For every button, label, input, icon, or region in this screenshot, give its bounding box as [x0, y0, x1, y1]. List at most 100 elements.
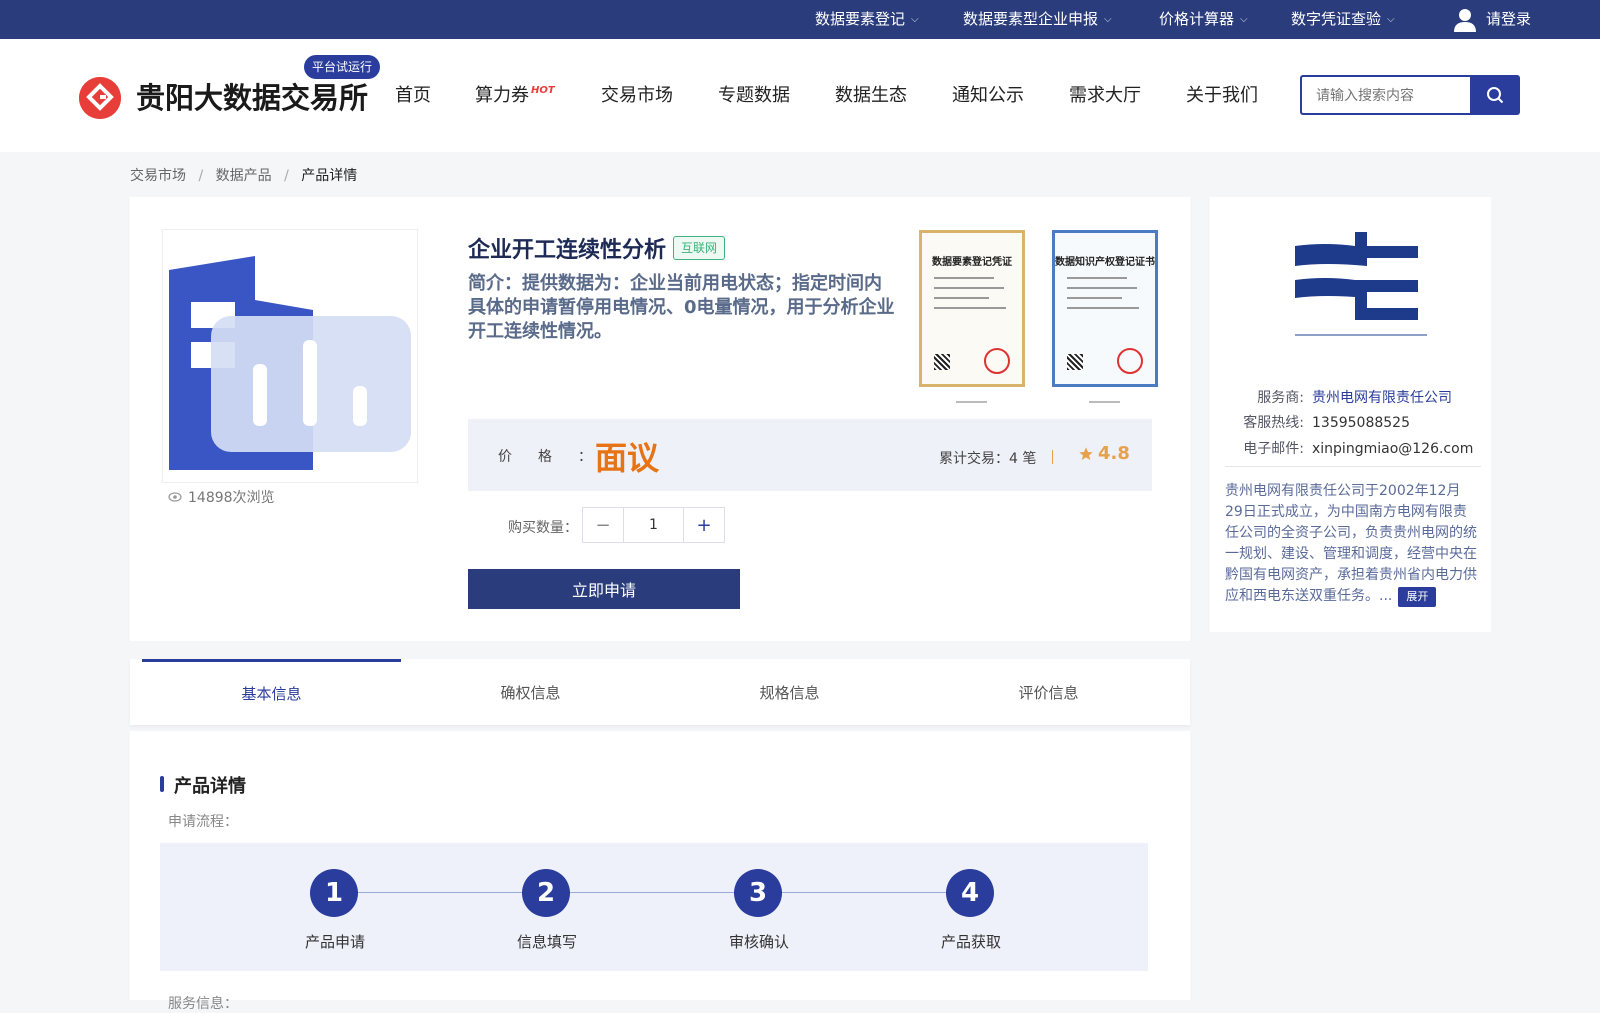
- site-title: 贵阳大数据交易所: [136, 81, 369, 115]
- topbar-price-calculator[interactable]: 价格计算器 ⌵: [1159, 0, 1248, 39]
- seal-icon: [1117, 348, 1143, 374]
- trial-badge: 平台试运行: [304, 55, 381, 79]
- certificate-indicator[interactable]: [956, 401, 987, 403]
- category-tag: 互联网: [673, 236, 726, 260]
- breadcrumb-market[interactable]: 交易市场: [130, 168, 186, 184]
- certificate-title: 数据要素登记凭证: [932, 257, 1012, 268]
- quantity-stepper: − 1 +: [582, 507, 725, 543]
- step-label: 产品获取: [940, 933, 1001, 951]
- breadcrumb-separator: /: [284, 168, 289, 184]
- topbar-item-label: 价格计算器: [1159, 10, 1235, 28]
- flow-label: 申请流程：: [168, 814, 238, 830]
- topbar-data-registration[interactable]: 数据要素登记 ⌵: [815, 0, 919, 39]
- search-icon: [1487, 87, 1504, 104]
- top-bar: 数据要素登记 ⌵ 数据要素型企业申报 ⌵ 价格计算器 ⌵ 数字凭证查验 ⌵ 请登录: [0, 0, 1600, 39]
- user-icon: [1454, 8, 1476, 32]
- certificate-line: [1067, 307, 1139, 309]
- nav-about-us[interactable]: 关于我们: [1186, 39, 1258, 152]
- nav-notices[interactable]: 通知公示: [952, 39, 1024, 152]
- divider: [1225, 466, 1481, 467]
- breadcrumb-data-products[interactable]: 数据产品: [216, 168, 272, 184]
- view-count: 14898次浏览: [168, 487, 275, 507]
- certificate-line: [934, 297, 989, 299]
- power-grid-logo-icon: [1295, 232, 1427, 336]
- step-label: 审核确认: [728, 933, 789, 951]
- provider-name-row: 服务商: 贵州电网有限责任公司: [1224, 387, 1452, 407]
- quantity-label: 购买数量：: [508, 520, 578, 536]
- breadcrumb-current: 产品详情: [301, 168, 358, 184]
- hotline-row: 客服热线: 13595088525: [1224, 412, 1410, 432]
- star-icon: [1079, 446, 1093, 460]
- search-input[interactable]: [1300, 75, 1471, 115]
- trade-count: 累计交易：4 笔: [939, 451, 1037, 467]
- login-button[interactable]: 请登录: [1454, 0, 1531, 39]
- certificate-line: [1067, 287, 1137, 289]
- certificate-line: [934, 277, 994, 279]
- provider-name-link[interactable]: 贵州电网有限责任公司: [1312, 390, 1452, 406]
- email-value: xinpingmiao@126.com: [1312, 441, 1474, 457]
- seal-icon: [984, 348, 1010, 374]
- tab-rights-info[interactable]: 确权信息: [401, 659, 660, 725]
- flow-connector: [569, 892, 735, 893]
- eye-icon: [168, 492, 182, 502]
- expand-button[interactable]: 展开: [1398, 587, 1437, 607]
- chevron-down-icon: ⌵: [1240, 14, 1248, 25]
- product-image: [162, 229, 418, 483]
- step-number: 4: [946, 869, 994, 917]
- nav-demand-hall[interactable]: 需求大厅: [1069, 39, 1141, 152]
- section-title: 产品详情: [174, 776, 246, 797]
- divider: [1052, 450, 1053, 464]
- site-logo[interactable]: [79, 77, 121, 119]
- main-header: 贵阳大数据交易所 平台试运行 首页 算力券 HOT 交易市场 专题数据 数据生态…: [0, 39, 1600, 152]
- certificate-line: [1067, 277, 1127, 279]
- qr-code-icon: [934, 354, 950, 370]
- quantity-value[interactable]: 1: [624, 508, 683, 542]
- provider-description: 贵州电网有限责任公司于2002年12月29日正式成立，为中国南方电网有限责任公司…: [1225, 481, 1477, 607]
- chevron-down-icon: ⌵: [1104, 14, 1112, 25]
- product-description: 简介：提供数据为：企业当前用电状态；指定时间内具体的申请暂停用电情况、0电量情况…: [468, 273, 895, 342]
- nav-topic-data[interactable]: 专题数据: [718, 39, 790, 152]
- provider-logo: [1295, 232, 1427, 340]
- topbar-certificate-check[interactable]: 数字凭证查验 ⌵: [1291, 0, 1395, 39]
- building-chart-icon: [169, 256, 411, 470]
- ip-registration-certificate[interactable]: 数据知识产权登记证书: [1052, 230, 1158, 387]
- email-row: 电子邮件: xinpingmiao@126.com: [1224, 438, 1473, 458]
- certificate-line: [934, 307, 1006, 309]
- certificate-indicator[interactable]: [1089, 401, 1120, 403]
- hotline-key: 客服热线:: [1243, 415, 1304, 431]
- topbar-item-label: 数据要素登记: [815, 10, 906, 28]
- certificate-line: [934, 287, 1004, 289]
- email-key: 电子邮件:: [1243, 441, 1304, 457]
- certificate-line: [1067, 297, 1122, 299]
- step-number: 2: [522, 869, 570, 917]
- topbar-item-label: 数据要素型企业申报: [963, 10, 1099, 28]
- chevron-down-icon: ⌵: [1387, 14, 1395, 25]
- nav-data-ecosystem[interactable]: 数据生态: [835, 39, 907, 152]
- login-label: 请登录: [1486, 10, 1532, 28]
- rating: 4.8: [1078, 443, 1130, 464]
- nav-compute-voucher[interactable]: 算力券: [475, 39, 529, 152]
- product-title: 企业开工连续性分析: [468, 238, 667, 263]
- hotline-value: 13595088525: [1312, 415, 1410, 431]
- qr-code-icon: [1067, 354, 1083, 370]
- section-marker: [160, 776, 164, 792]
- chevron-down-icon: ⌵: [911, 14, 919, 25]
- tab-basic-info[interactable]: 基本信息: [142, 659, 401, 725]
- flow-connector: [357, 892, 523, 893]
- tab-spec-info[interactable]: 规格信息: [660, 659, 919, 725]
- decrement-button[interactable]: −: [583, 508, 624, 542]
- increment-button[interactable]: +: [683, 508, 724, 542]
- search-button[interactable]: [1470, 75, 1520, 115]
- topbar-enterprise-declaration[interactable]: 数据要素型企业申报 ⌵: [963, 0, 1112, 39]
- data-registration-certificate[interactable]: 数据要素登记凭证: [919, 230, 1025, 387]
- view-count-text: 14898次浏览: [188, 490, 275, 506]
- nav-market[interactable]: 交易市场: [601, 39, 673, 152]
- rating-value: 4.8: [1098, 443, 1130, 464]
- apply-button[interactable]: 立即申请: [468, 569, 740, 609]
- logo-icon: [79, 77, 121, 119]
- nav-home[interactable]: 首页: [395, 39, 431, 152]
- tab-review-info[interactable]: 评价信息: [919, 659, 1178, 725]
- breadcrumb-separator: /: [198, 168, 204, 184]
- step-number: 1: [310, 869, 358, 917]
- flow-connector: [781, 892, 947, 893]
